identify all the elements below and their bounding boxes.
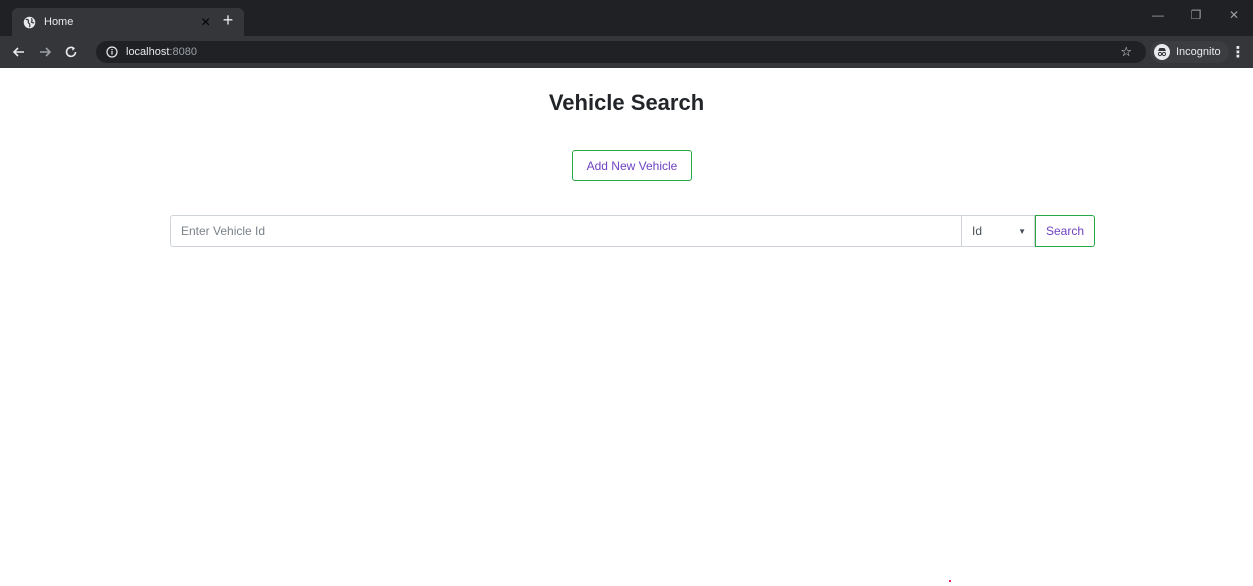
add-new-vehicle-button[interactable]: Add New Vehicle: [572, 150, 692, 181]
search-type-select[interactable]: Id ▼: [961, 215, 1035, 247]
vehicle-id-search-input[interactable]: [170, 215, 961, 247]
forward-arrow-icon[interactable]: [32, 39, 58, 65]
url-host: localhost: [126, 46, 170, 58]
bookmark-star-icon[interactable]: ☆: [1120, 44, 1132, 60]
url-port: :8080: [169, 46, 197, 58]
search-button[interactable]: Search: [1035, 215, 1095, 247]
page-content: Vehicle Search Add New Vehicle Id ▼ Sear…: [0, 68, 1253, 586]
globe-icon: [22, 15, 36, 29]
search-type-selected: Id: [972, 224, 983, 238]
address-bar[interactable]: localhost:8080 ☆: [96, 41, 1146, 63]
tab-close-icon[interactable]: ×: [201, 14, 210, 32]
stray-pixel: [949, 580, 951, 582]
browser-chrome: Home × + — ❐ ✕ localhost:8080 ☆ Incogni…: [0, 0, 1253, 68]
close-icon[interactable]: ✕: [1215, 0, 1253, 30]
info-icon[interactable]: [106, 46, 118, 58]
incognito-icon: [1154, 44, 1170, 60]
back-arrow-icon[interactable]: [6, 39, 32, 65]
search-form: Id ▼ Search: [170, 215, 1095, 247]
incognito-label: Incognito: [1176, 46, 1221, 58]
restore-icon[interactable]: ❐: [1177, 0, 1215, 30]
incognito-profile-button[interactable]: Incognito: [1150, 41, 1229, 63]
window-controls: — ❐ ✕: [1139, 0, 1253, 36]
dropdown-caret-icon: ▼: [1018, 227, 1026, 236]
browser-toolbar: localhost:8080 ☆ Incognito ⋮: [0, 36, 1253, 68]
browser-menu-icon[interactable]: ⋮: [1231, 44, 1246, 61]
page-title: Vehicle Search: [548, 90, 705, 115]
minimize-icon[interactable]: —: [1139, 0, 1177, 30]
new-tab-icon[interactable]: +: [218, 10, 238, 30]
reload-icon[interactable]: [58, 39, 84, 65]
tab-strip: Home × + — ❐ ✕: [0, 0, 1253, 36]
